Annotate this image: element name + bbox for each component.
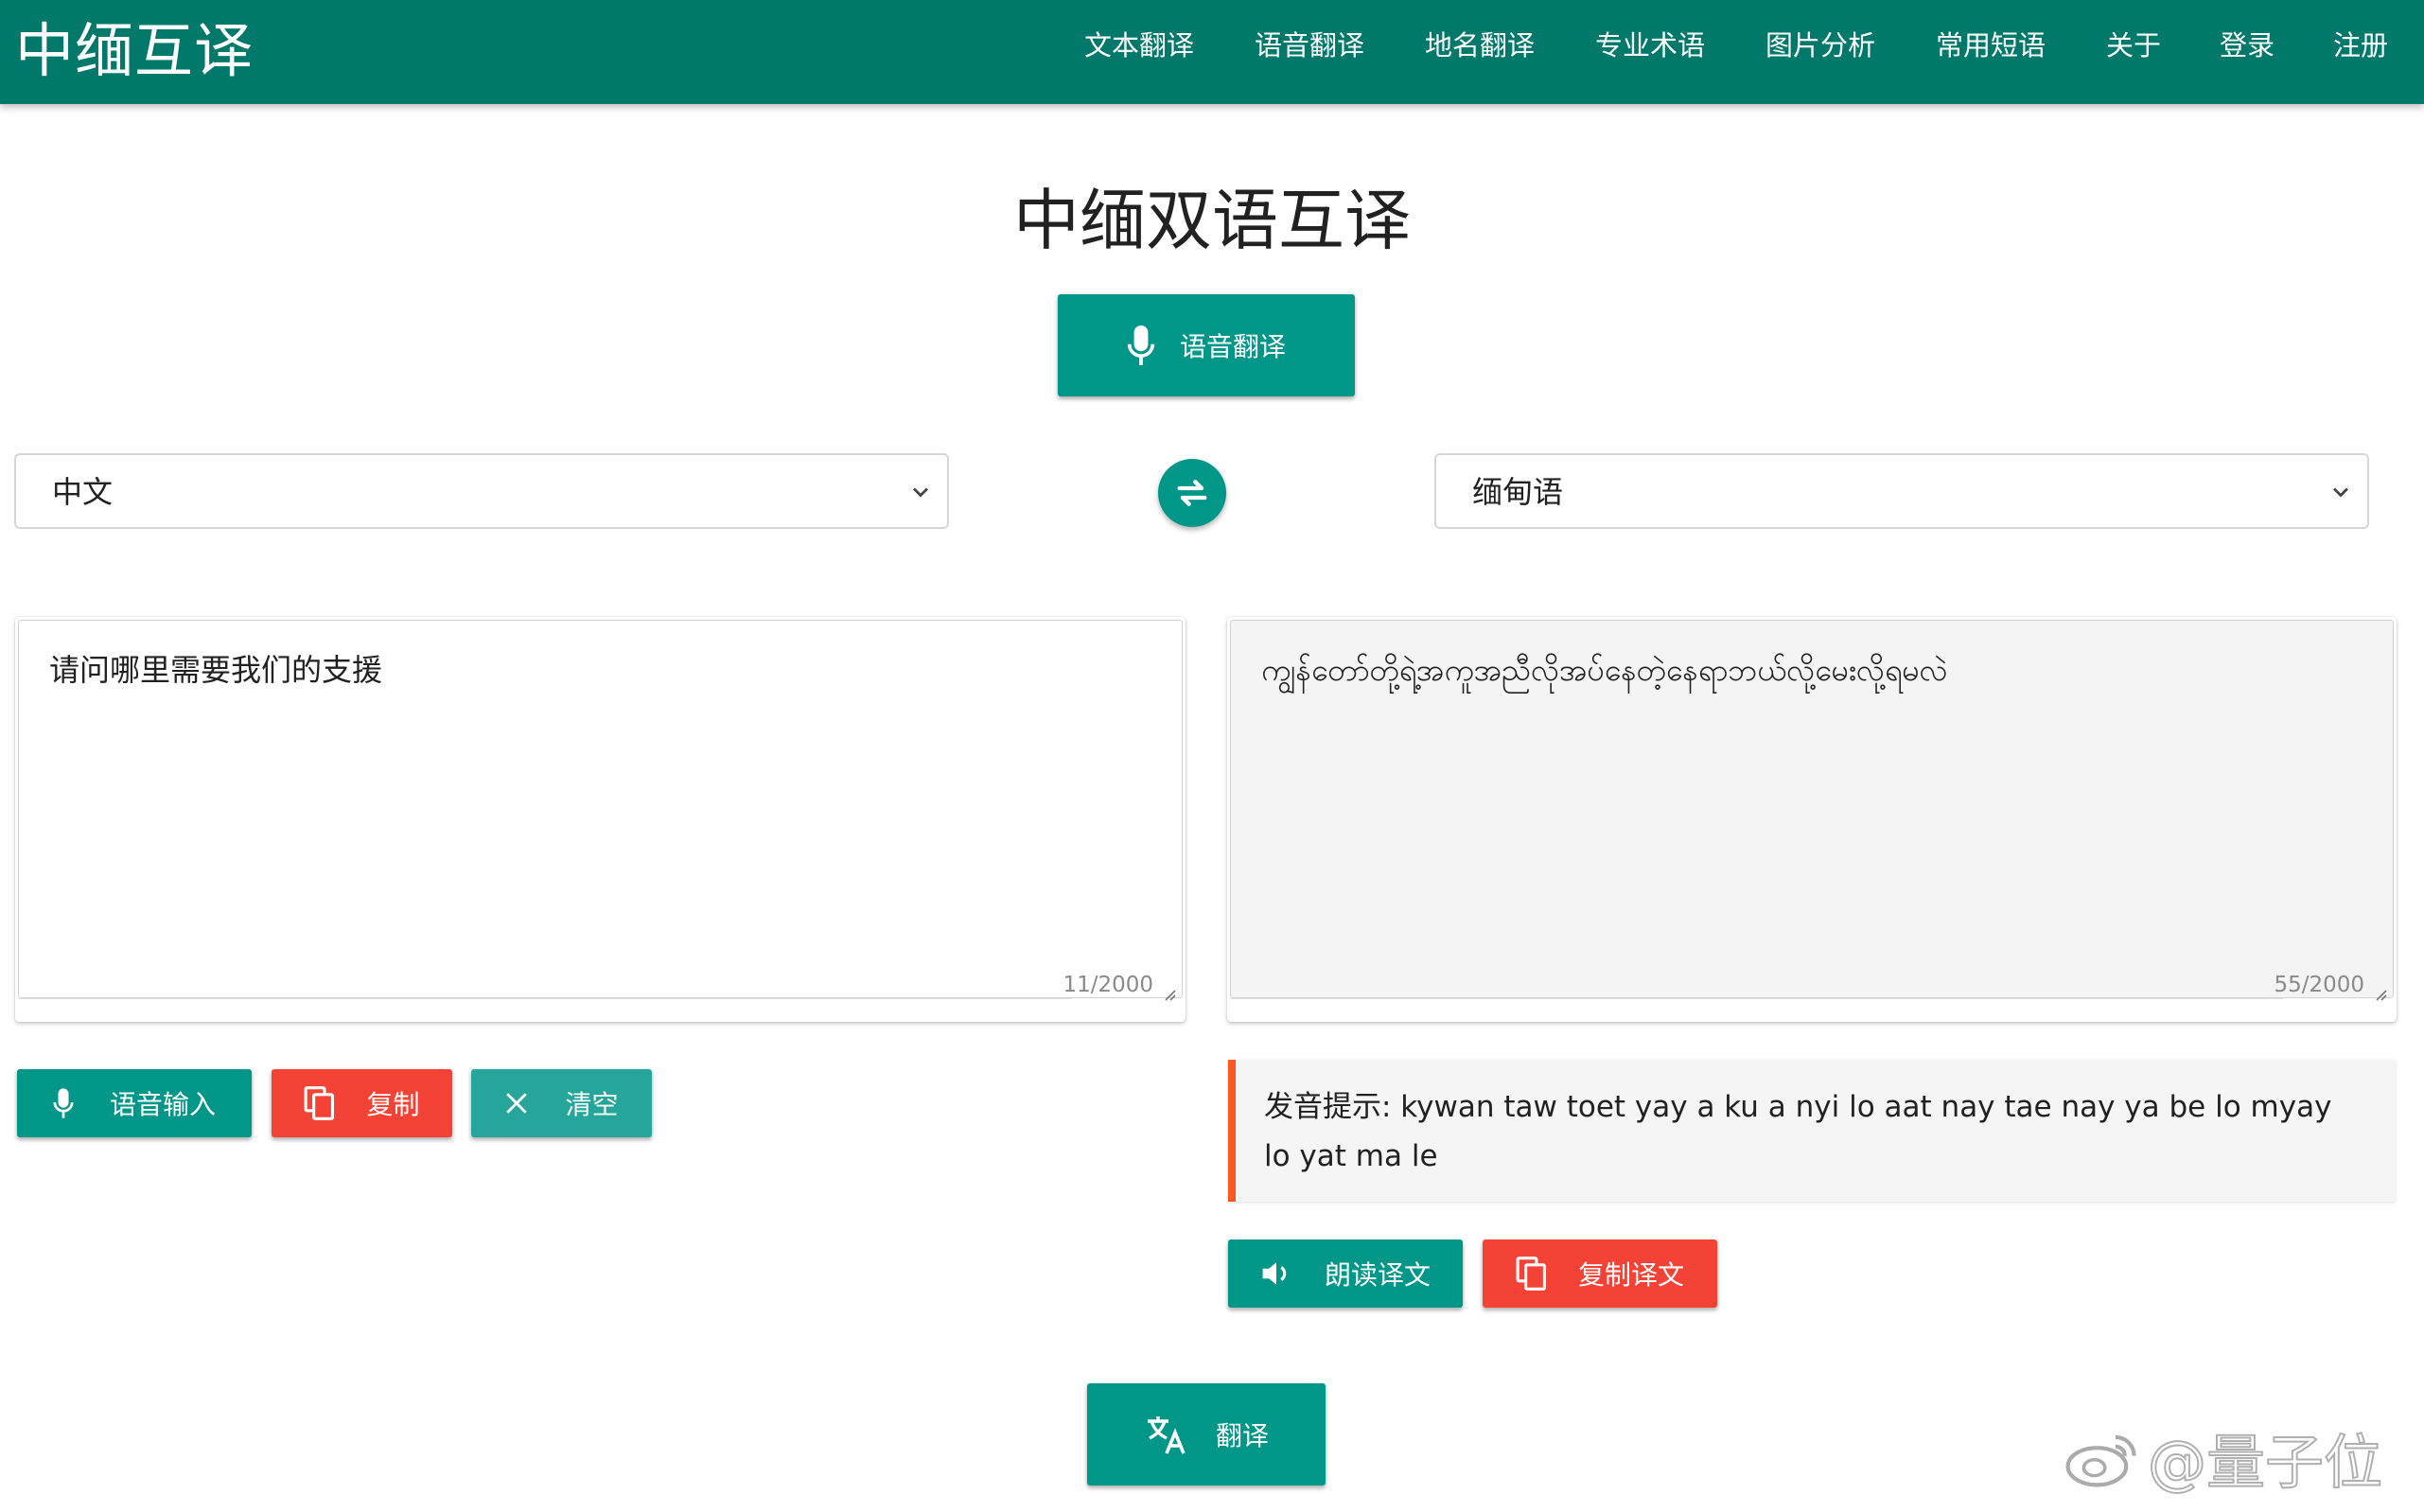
target-underline	[1230, 998, 2283, 999]
source-underline	[18, 998, 1072, 999]
copy-translation-label: 复制译文	[1577, 1259, 1684, 1291]
copy-source-button[interactable]: 复制	[272, 1069, 452, 1137]
read-translation-label: 朗读译文	[1324, 1259, 1431, 1291]
watermark-text: @量子位	[2147, 1427, 2383, 1498]
mic-icon	[1127, 325, 1155, 365]
nav-register[interactable]: 注册	[2333, 0, 2388, 91]
nav-voice-translate[interactable]: 语音翻译	[1255, 0, 1364, 91]
copy-icon	[305, 1086, 335, 1120]
voice-translate-button[interactable]: 语音翻译	[1058, 294, 1355, 396]
voice-input-button[interactable]: 语音输入	[17, 1069, 252, 1137]
clear-button[interactable]: 清空	[471, 1069, 652, 1137]
copy-source-label: 复制	[366, 1089, 420, 1120]
nav-login[interactable]: 登录	[2220, 0, 2275, 91]
weibo-icon	[2065, 1434, 2136, 1487]
copy-translation-button[interactable]: 复制译文	[1483, 1239, 1717, 1308]
source-textarea[interactable]: 请问哪里需要我们的支援 11/2000	[18, 620, 1183, 1001]
brand-logo[interactable]: 中缅互译	[15, 6, 254, 97]
target-text-card: ကျွန်တော်တို့ရဲ့အကူအညီလိုအပ်နေတဲ့နေရာဘယ်…	[1227, 617, 2397, 1022]
translate-icon	[1147, 1416, 1186, 1454]
translate-button[interactable]: 翻译	[1087, 1383, 1326, 1486]
target-text: ကျွန်တော်တို့ရဲ့အကူအညီလိုအပ်နေတဲ့နေရာဘယ်…	[1261, 652, 1948, 688]
nav-place-names[interactable]: 地名翻译	[1425, 0, 1535, 91]
translate-label: 翻译	[1215, 1420, 1269, 1451]
copy-icon	[1516, 1257, 1547, 1291]
source-text: 请问哪里需要我们的支援	[49, 652, 383, 688]
source-char-counter: 11/2000	[1063, 973, 1153, 997]
target-char-counter: 55/2000	[2274, 973, 2364, 997]
voice-input-label: 语音输入	[109, 1089, 216, 1120]
close-icon	[506, 1093, 528, 1114]
clear-label: 清空	[565, 1089, 619, 1120]
chevron-down-icon	[2333, 487, 2348, 498]
source-language-select[interactable]: 中文	[14, 453, 949, 529]
source-text-card: 请问哪里需要我们的支援 11/2000	[15, 617, 1186, 1022]
nav-text-translate[interactable]: 文本翻译	[1084, 0, 1194, 91]
pronunciation-hint-text: 发音提示: kywan taw toet yay a ku a nyi lo a…	[1264, 1090, 2332, 1173]
resize-handle-icon[interactable]	[2374, 988, 2387, 1001]
nav-terminology[interactable]: 专业术语	[1595, 0, 1705, 91]
swap-languages-button[interactable]	[1158, 459, 1226, 527]
top-navbar: 中缅互译 文本翻译 语音翻译 地名翻译 专业术语 图片分析 常用短语 关于 登录…	[0, 0, 2424, 104]
resize-handle-icon[interactable]	[1163, 988, 1176, 1001]
nav-image-analysis[interactable]: 图片分析	[1765, 0, 1875, 91]
chevron-down-icon	[913, 487, 928, 498]
page-title: 中缅双语互译	[1013, 182, 1411, 259]
swap-icon	[1177, 480, 1207, 506]
nav-about[interactable]: 关于	[2106, 0, 2161, 91]
read-translation-button[interactable]: 朗读译文	[1228, 1239, 1463, 1308]
mic-icon	[53, 1088, 74, 1118]
target-language-value: 缅甸语	[1472, 474, 1564, 510]
target-textarea[interactable]: ကျွန်တော်တို့ရဲ့အကူအညီလိုအပ်နေတဲ့နေရာဘယ်…	[1230, 620, 2394, 1001]
watermark: @量子位	[2063, 1410, 2383, 1504]
source-language-value: 中文	[52, 474, 114, 510]
target-language-select[interactable]: 缅甸语	[1434, 453, 2369, 529]
nav-common-phrases[interactable]: 常用短语	[1936, 0, 2046, 91]
volume-icon	[1262, 1262, 1287, 1285]
pronunciation-hint: 发音提示: kywan taw toet yay a ku a nyi lo a…	[1228, 1060, 2396, 1202]
voice-translate-label: 语音翻译	[1179, 331, 1286, 362]
